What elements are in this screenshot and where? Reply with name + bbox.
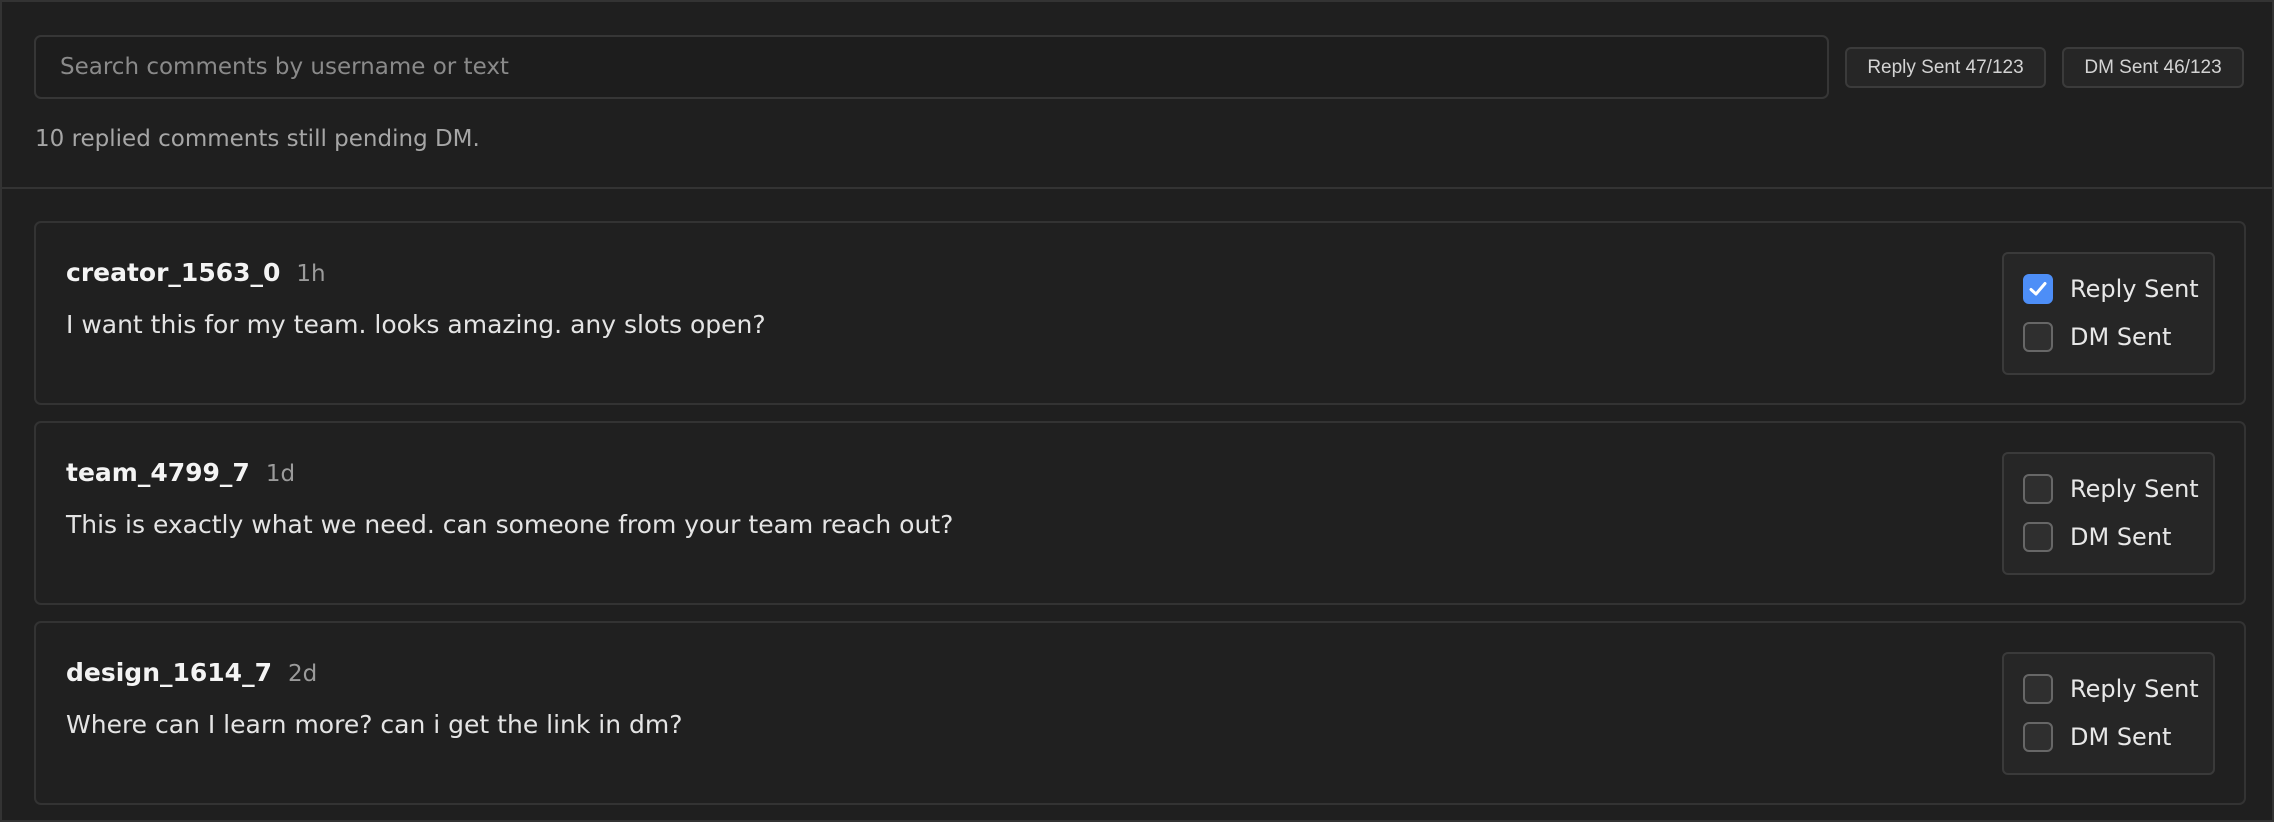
comment-time: 1h [296, 261, 326, 287]
comment-meta: team_4799_7 1d [66, 458, 295, 487]
comments-toolbar: Reply Sent 47/123 DM Sent 46/123 10 repl… [2, 2, 2272, 189]
comment-username: creator_1563_0 [66, 258, 281, 287]
comment-moderation-panel: Reply Sent 47/123 DM Sent 46/123 10 repl… [0, 0, 2274, 822]
dm-sent-checkbox[interactable] [2023, 322, 2053, 352]
dm-sent-label: DM Sent [2070, 523, 2172, 551]
comment-time: 2d [287, 661, 318, 687]
search-input[interactable] [34, 35, 1829, 99]
reply-sent-label: Reply Sent [2070, 275, 2199, 303]
dm-sent-label: DM Sent [2070, 723, 2172, 751]
comment-text: Where can I learn more? can i get the li… [66, 710, 683, 739]
pending-dm-message: 10 replied comments still pending DM. [35, 126, 480, 152]
comment-card: design_1614_7 2d Where can I learn more?… [34, 621, 2246, 805]
reply-sent-option[interactable]: Reply Sent [2023, 272, 2199, 306]
comment-username: design_1614_7 [66, 658, 272, 687]
reply-sent-checkbox[interactable] [2023, 474, 2053, 504]
comment-username: team_4799_7 [66, 458, 250, 487]
reply-sent-label: Reply Sent [2070, 475, 2199, 503]
comment-meta: creator_1563_0 1h [66, 258, 326, 287]
reply-sent-option[interactable]: Reply Sent [2023, 672, 2199, 706]
comment-text: This is exactly what we need. can someon… [66, 510, 954, 539]
dm-sent-summary-button[interactable]: DM Sent 46/123 [2062, 47, 2244, 88]
dm-sent-option[interactable]: DM Sent [2023, 320, 2171, 354]
comment-meta: design_1614_7 2d [66, 658, 317, 687]
reply-sent-summary-button[interactable]: Reply Sent 47/123 [1845, 47, 2046, 88]
comment-card: creator_1563_0 1h I want this for my tea… [34, 221, 2246, 405]
comment-list: creator_1563_0 1h I want this for my tea… [34, 221, 2246, 821]
reply-sent-label: Reply Sent [2070, 675, 2199, 703]
reply-sent-option[interactable]: Reply Sent [2023, 472, 2199, 506]
dm-sent-checkbox[interactable] [2023, 522, 2053, 552]
comment-text: I want this for my team. looks amazing. … [66, 310, 766, 339]
comment-card: team_4799_7 1d This is exactly what we n… [34, 421, 2246, 605]
dm-sent-label: DM Sent [2070, 323, 2172, 351]
dm-sent-option[interactable]: DM Sent [2023, 520, 2171, 554]
comment-status-controls: Reply Sent DM Sent [2002, 652, 2215, 775]
dm-sent-option[interactable]: DM Sent [2023, 720, 2171, 754]
dm-sent-checkbox[interactable] [2023, 722, 2053, 752]
reply-sent-checkbox[interactable] [2023, 674, 2053, 704]
check-icon [2029, 282, 2047, 296]
comment-status-controls: Reply Sent DM Sent [2002, 252, 2215, 375]
reply-sent-checkbox[interactable] [2023, 274, 2053, 304]
comment-status-controls: Reply Sent DM Sent [2002, 452, 2215, 575]
comment-time: 1d [265, 461, 296, 487]
